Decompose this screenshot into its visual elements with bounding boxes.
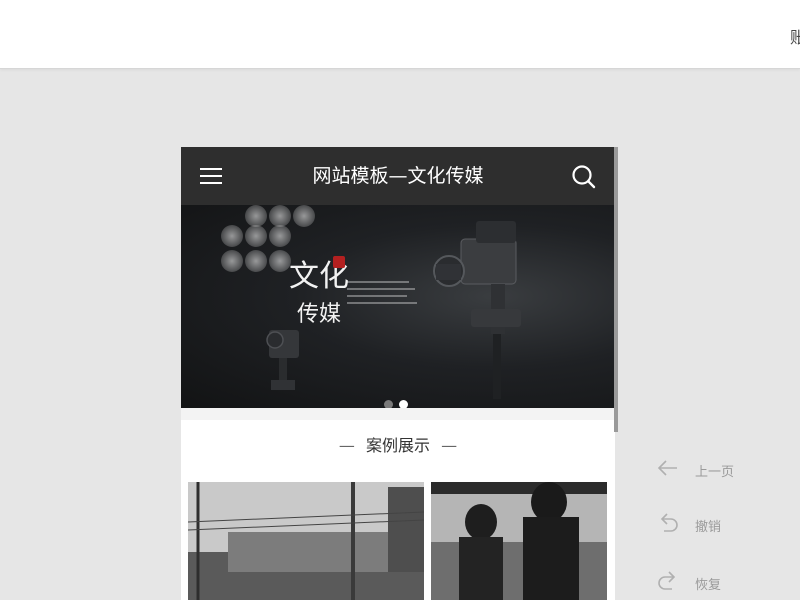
redo-button[interactable]: 恢复 bbox=[655, 568, 765, 596]
arrow-left-icon bbox=[657, 460, 677, 476]
carousel-dot-1[interactable] bbox=[384, 400, 393, 408]
account-label[interactable]: 账 bbox=[790, 24, 800, 48]
train-station-image bbox=[188, 482, 424, 600]
red-seal-icon bbox=[333, 256, 345, 268]
section-heading: — 案例展示 — bbox=[181, 420, 615, 472]
top-toolbar: 账 bbox=[0, 0, 800, 69]
hero-banner[interactable]: 文化 传媒 bbox=[181, 205, 615, 408]
redo-label: 恢复 bbox=[695, 578, 722, 593]
banner-description bbox=[347, 281, 417, 309]
heading-dash-right: — bbox=[441, 436, 458, 455]
prev-page-button[interactable]: 上一页 bbox=[655, 455, 765, 483]
banner-logo: 文化 传媒 bbox=[289, 256, 349, 327]
site-header: 网站模板—文化传媒 bbox=[181, 147, 615, 205]
prev-page-label: 上一页 bbox=[695, 465, 735, 480]
undo-icon bbox=[660, 513, 678, 532]
heading-dash-left: — bbox=[338, 436, 355, 455]
undo-label: 撤销 bbox=[695, 520, 722, 535]
case-item-train-station[interactable] bbox=[188, 482, 424, 600]
carousel-dots bbox=[384, 394, 414, 408]
mobile-preview: 网站模板—文化传媒 文化 传媒 — 案例展示 — bbox=[181, 147, 615, 600]
couple-image bbox=[431, 482, 607, 600]
redo-icon bbox=[658, 571, 676, 590]
site-title: 网站模板—文化传媒 bbox=[312, 165, 484, 187]
search-icon[interactable] bbox=[571, 164, 597, 190]
small-camera-icon bbox=[266, 330, 299, 390]
carousel-dot-2[interactable] bbox=[399, 400, 408, 408]
preview-scrollbar[interactable] bbox=[614, 147, 618, 432]
undo-button[interactable]: 撤销 bbox=[655, 510, 765, 538]
case-item-couple[interactable] bbox=[431, 482, 607, 600]
case-grid bbox=[181, 472, 615, 600]
section-title: 案例展示 bbox=[365, 436, 430, 455]
camera-icon bbox=[433, 221, 521, 399]
